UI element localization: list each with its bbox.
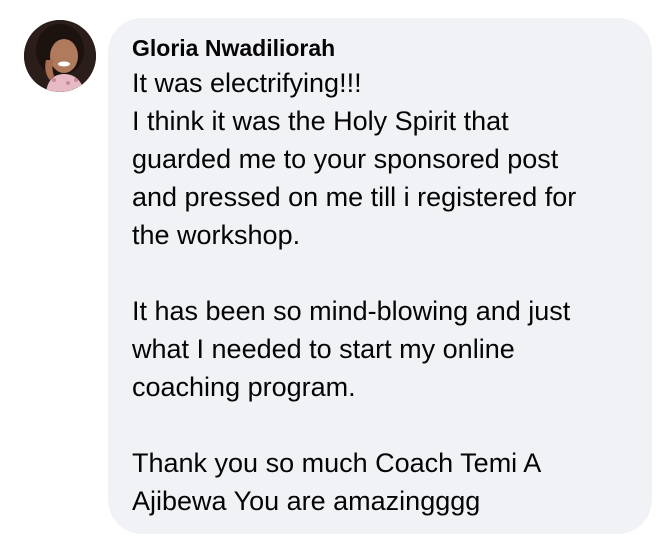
comment-line: It has been so mind-blowing and just [132,296,571,326]
comment-bubble: Gloria Nwadiliorah It was electrifying!!… [108,18,652,534]
comment-line: guarded me to your sponsored post [132,144,559,174]
comment-line: I think it was the Holy Spirit that [132,106,509,136]
comment-line: and pressed on me till i registered for [132,182,577,212]
comment-line: Thank you so much Coach Temi A [132,448,542,478]
comment-line: the workshop. [132,220,301,250]
comment-line: coaching program. [132,372,356,402]
profile-photo-icon [24,20,96,92]
comment-line: Ajibewa You are amazingggg [132,486,481,516]
comment-author[interactable]: Gloria Nwadiliorah [132,34,632,62]
comment-line: It was electrifying!!! [132,68,362,98]
comment-line: what I needed to start my online [132,334,515,364]
avatar[interactable] [24,20,96,92]
comment-text: It was electrifying!!! I think it was th… [132,64,632,520]
